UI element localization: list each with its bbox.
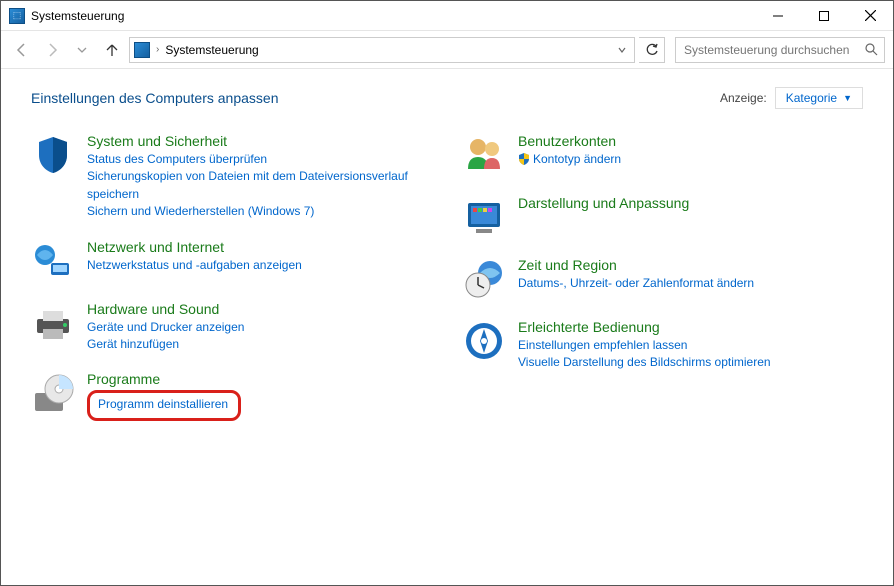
arrow-right-icon xyxy=(44,42,60,58)
printer-hardware-icon xyxy=(31,301,75,345)
close-button[interactable] xyxy=(847,1,893,31)
category-link[interactable]: Netzwerkstatus und -aufgaben anzeigen xyxy=(87,257,432,274)
arrow-left-icon xyxy=(14,42,30,58)
view-by-label: Anzeige: xyxy=(720,91,767,105)
category-columns: System und Sicherheit Status des Compute… xyxy=(31,133,863,439)
category-time-region: Zeit und Region Datums-, Uhrzeit- oder Z… xyxy=(462,257,863,301)
category-system-security: System und Sicherheit Status des Compute… xyxy=(31,133,432,221)
chevron-right-icon: › xyxy=(156,44,159,55)
triangle-down-icon: ▼ xyxy=(843,93,852,103)
maximize-button[interactable] xyxy=(801,1,847,31)
right-column: Benutzerkonten Kontotyp ändern Darstellu… xyxy=(462,133,863,439)
maximize-icon xyxy=(819,11,829,21)
view-by-dropdown[interactable]: Kategorie ▼ xyxy=(775,87,863,109)
category-link-uninstall[interactable]: Programm deinstallieren xyxy=(98,397,228,411)
refresh-icon xyxy=(645,43,659,57)
category-link[interactable]: Einstellungen empfehlen lassen xyxy=(518,337,863,354)
breadcrumb[interactable]: Systemsteuerung xyxy=(165,43,258,57)
highlighted-annotation: Programm deinstallieren xyxy=(87,390,241,420)
category-title[interactable]: Erleichterte Bedienung xyxy=(518,319,863,335)
category-link[interactable]: Sicherungskopien von Dateien mit dem Dat… xyxy=(87,168,432,203)
category-link[interactable]: Geräte und Drucker anzeigen xyxy=(87,319,432,336)
category-title[interactable]: Programme xyxy=(87,371,432,387)
category-hardware-sound: Hardware und Sound Geräte und Drucker an… xyxy=(31,301,432,354)
category-user-accounts: Benutzerkonten Kontotyp ändern xyxy=(462,133,863,177)
window-title: Systemsteuerung xyxy=(31,9,124,23)
category-link[interactable]: Visuelle Darstellung des Bildschirms opt… xyxy=(518,354,863,371)
clock-globe-icon xyxy=(462,257,506,301)
category-title[interactable]: Netzwerk und Internet xyxy=(87,239,432,255)
uac-shield-icon xyxy=(518,152,530,165)
ease-of-access-icon xyxy=(462,319,506,363)
arrow-up-icon xyxy=(104,42,120,58)
content-area: Einstellungen des Computers anpassen Anz… xyxy=(1,69,893,585)
back-button[interactable] xyxy=(9,37,35,63)
category-title[interactable]: System und Sicherheit xyxy=(87,133,432,149)
category-link[interactable]: Datums-, Uhrzeit- oder Zahlenformat ände… xyxy=(518,275,863,292)
category-title[interactable]: Zeit und Region xyxy=(518,257,863,273)
minimize-button[interactable] xyxy=(755,1,801,31)
page-title: Einstellungen des Computers anpassen xyxy=(31,90,720,106)
category-ease-of-access: Erleichterte Bedienung Einstellungen emp… xyxy=(462,319,863,372)
users-icon xyxy=(462,133,506,177)
control-panel-icon xyxy=(134,42,150,58)
address-bar[interactable]: › Systemsteuerung xyxy=(129,37,635,63)
minimize-icon xyxy=(773,11,783,21)
shield-icon xyxy=(31,133,75,177)
close-icon xyxy=(865,10,876,21)
category-network-internet: Netzwerk und Internet Netzwerkstatus und… xyxy=(31,239,432,283)
category-title[interactable]: Benutzerkonten xyxy=(518,133,863,149)
category-title[interactable]: Darstellung und Anpassung xyxy=(518,195,863,211)
category-link[interactable]: Gerät hinzufügen xyxy=(87,336,432,353)
search-icon xyxy=(865,43,878,56)
category-link[interactable]: Sichern und Wiederherstellen (Windows 7) xyxy=(87,203,432,220)
chevron-down-icon xyxy=(77,45,87,55)
control-panel-window: ⬚ Systemsteuerung › Systemsteuerung xyxy=(0,0,894,586)
category-appearance: Darstellung und Anpassung xyxy=(462,195,863,239)
recent-button[interactable] xyxy=(69,37,95,63)
forward-button[interactable] xyxy=(39,37,65,63)
up-button[interactable] xyxy=(99,37,125,63)
app-icon: ⬚ xyxy=(9,8,25,24)
navbar: › Systemsteuerung xyxy=(1,31,893,69)
cd-programs-icon xyxy=(31,371,75,415)
category-link[interactable]: Kontotyp ändern xyxy=(518,151,863,168)
category-title[interactable]: Hardware und Sound xyxy=(87,301,432,317)
category-link[interactable]: Status des Computers überprüfen xyxy=(87,151,432,168)
content-header: Einstellungen des Computers anpassen Anz… xyxy=(31,87,863,109)
globe-network-icon xyxy=(31,239,75,283)
search-box[interactable] xyxy=(675,37,885,63)
search-input[interactable] xyxy=(682,42,859,58)
personalization-icon xyxy=(462,195,506,239)
titlebar: ⬚ Systemsteuerung xyxy=(1,1,893,31)
address-dropdown[interactable] xyxy=(614,46,630,54)
refresh-button[interactable] xyxy=(639,37,665,63)
chevron-down-icon xyxy=(618,46,626,54)
category-programs: Programme Programm deinstallieren xyxy=(31,371,432,420)
view-by-value: Kategorie xyxy=(786,91,837,105)
left-column: System und Sicherheit Status des Compute… xyxy=(31,133,432,439)
